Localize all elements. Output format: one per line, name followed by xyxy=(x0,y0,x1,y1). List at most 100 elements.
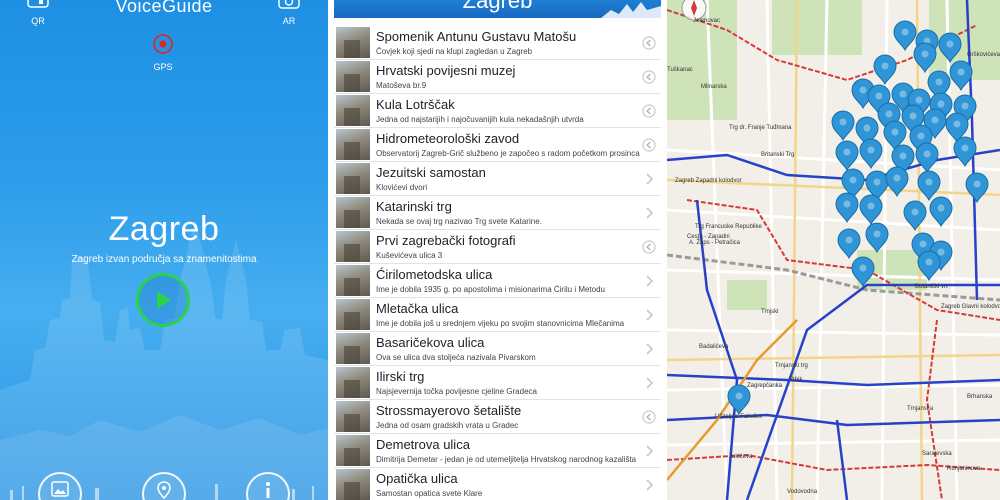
sight-action[interactable] xyxy=(641,307,657,323)
sight-action[interactable] xyxy=(641,375,657,391)
sight-thumbnail xyxy=(336,95,370,126)
map-marker-icon[interactable] xyxy=(893,20,917,52)
sight-subtitle: Dimitrija Demetar - jedan je od utemelji… xyxy=(376,455,637,464)
list-item[interactable]: Hidrometeorološki zavod Observatorij Zagr… xyxy=(334,128,661,162)
list-item[interactable]: Hrvatski povijesni muzej Matoševa br.9 xyxy=(334,60,661,94)
sight-title: Hidrometeorološki zavod xyxy=(376,131,520,146)
sight-action[interactable] xyxy=(641,273,657,289)
header-skyline-art xyxy=(601,2,661,18)
sight-thumbnail xyxy=(336,231,370,262)
list-item[interactable]: Prvi zagrebački fotografi Kuševićeva ulic… xyxy=(334,230,661,264)
sight-title: Kula Lotrščak xyxy=(376,97,455,112)
sight-action[interactable] xyxy=(641,171,657,187)
sight-subtitle: Jedna od najstarijih i najočuvanijih kul… xyxy=(376,115,584,124)
map-marker-icon[interactable] xyxy=(917,170,941,202)
map-pin-icon xyxy=(157,481,171,499)
map-street-label: Sarajevska xyxy=(922,451,952,457)
qr-icon xyxy=(27,0,49,8)
chevron-right-icon xyxy=(646,445,654,457)
sight-thumbnail xyxy=(336,435,370,466)
list-header: Zagreb xyxy=(334,0,661,18)
sight-action[interactable] xyxy=(641,409,657,425)
sight-subtitle: Nekada se ovaj trg nazivao Trg svete Kat… xyxy=(376,217,542,226)
map-screen[interactable]: Jelenovac Grškovićeva Tuškanac Mlinarska Trg… xyxy=(667,0,1000,500)
map-marker-icon[interactable] xyxy=(835,140,859,172)
list-item[interactable]: Mletačka ulica Ime je dobila još u srednj… xyxy=(334,298,661,332)
sight-title: Prvi zagrebački fotografi xyxy=(376,233,516,248)
list-item[interactable]: Kula Lotrščak Jedna od najstarijih i najo… xyxy=(334,94,661,128)
list-item[interactable]: Spomenik Antunu Gustavu Matošu Čovjek koj… xyxy=(334,26,661,60)
sight-thumbnail xyxy=(336,299,370,330)
sight-thumbnail xyxy=(336,163,370,194)
sight-subtitle: Jedna od osam gradskih vrata u Gradec xyxy=(376,421,519,430)
chevron-right-icon xyxy=(646,207,654,219)
map-marker-icon[interactable] xyxy=(929,196,953,228)
map-street-label: Trnjanska xyxy=(907,406,934,412)
audio-play-icon xyxy=(642,138,656,152)
sight-title: Hrvatski povijesni muzej xyxy=(376,63,516,78)
sight-subtitle: Observatorij Zagreb-Grič službeno je zap… xyxy=(376,149,641,158)
city-name: Zagreb xyxy=(108,210,220,248)
map-marker-icon[interactable] xyxy=(835,192,859,224)
list-item[interactable]: Ćirilometodska ulica Ime je dobila 1935 g… xyxy=(334,264,661,298)
list-item[interactable]: Katarinski trg Nekada se ovaj trg nazivao… xyxy=(334,196,661,230)
sight-action[interactable] xyxy=(641,69,657,85)
map-marker-icon[interactable] xyxy=(727,384,751,416)
map-marker-icon[interactable] xyxy=(873,54,897,86)
sight-subtitle: Ime je dobila još u srednjem vijeku po s… xyxy=(376,319,625,328)
audio-play-icon xyxy=(642,70,656,84)
sights-list-screen: Zagreb Spomenik Antunu Gustavu Matošu Čov… xyxy=(334,0,661,500)
list-item[interactable]: Jezuitski samostan Klovićevi dvori xyxy=(334,162,661,196)
map-street-label: Zagrepčanka xyxy=(747,383,783,389)
sight-action[interactable] xyxy=(641,341,657,357)
map-street-label: Vodovodna xyxy=(787,489,818,495)
info-icon xyxy=(266,482,270,498)
audio-play-icon xyxy=(642,104,656,118)
map-marker-icon[interactable] xyxy=(949,60,973,92)
compass-icon[interactable] xyxy=(681,0,707,21)
gallery-icon xyxy=(51,481,69,497)
sight-action[interactable] xyxy=(641,205,657,221)
list-item[interactable]: Basaričekova ulica Ova se ulica dva stolj… xyxy=(334,332,661,366)
map-marker-icon[interactable] xyxy=(831,110,855,142)
chevron-right-icon xyxy=(646,377,654,389)
list-item[interactable]: Strossmayerovo šetalište Jedna od osam gr… xyxy=(334,400,661,434)
list-item[interactable]: Ilirski trg Najsjevernija točka povijesne… xyxy=(334,366,661,400)
sight-subtitle: Ime je dobila 1935 g. po apostolima i mi… xyxy=(376,285,605,294)
sight-thumbnail xyxy=(336,265,370,296)
map-street-label: Cesta - Zapadni xyxy=(687,234,730,240)
sight-title: Strossmayerovo šetalište xyxy=(376,403,522,418)
chevron-right-icon xyxy=(646,173,654,185)
sight-subtitle: Matoševa br.9 xyxy=(376,81,427,90)
sight-action[interactable] xyxy=(641,477,657,493)
city-subtitle: Zagreb izvan područja sa znamenitostima xyxy=(71,254,257,265)
play-icon xyxy=(157,291,171,309)
map-marker-icon[interactable] xyxy=(859,194,883,226)
audio-play-icon xyxy=(642,240,656,254)
ar-button[interactable]: AR xyxy=(269,0,309,26)
sight-action[interactable] xyxy=(641,239,657,255)
sight-action[interactable] xyxy=(641,103,657,119)
map-marker-icon[interactable] xyxy=(965,172,989,204)
list-item[interactable]: Opatička ulica Samostan opatica svete Kla… xyxy=(334,468,661,500)
gps-label: GPS xyxy=(153,62,173,72)
map-street-label: Trnjanski trg xyxy=(775,363,808,369)
map-street-label: Zagreb Glavni kolodvor xyxy=(941,304,1000,310)
audio-play-icon xyxy=(642,410,656,424)
sight-subtitle: Klovićevi dvori xyxy=(376,183,428,192)
gps-button[interactable]: GPS xyxy=(143,33,183,72)
list-item[interactable]: Demetrova ulica Dimitrija Demetar - jedan… xyxy=(334,434,661,468)
sight-title: Ilirski trg xyxy=(376,369,425,384)
sight-action[interactable] xyxy=(641,35,657,51)
city-map[interactable]: Jelenovac Grškovićeva Tuškanac Mlinarska Trg… xyxy=(667,0,1000,500)
sight-subtitle: Kuševićeva ulica 3 xyxy=(376,251,443,260)
sight-thumbnail xyxy=(336,61,370,92)
chevron-right-icon xyxy=(646,343,654,355)
sight-thumbnail xyxy=(336,367,370,398)
qr-button[interactable]: QR xyxy=(18,0,58,26)
map-marker-icon[interactable] xyxy=(837,228,861,260)
sight-action[interactable] xyxy=(641,137,657,153)
sight-title: Basaričekova ulica xyxy=(376,335,485,350)
play-button[interactable] xyxy=(136,273,190,327)
sight-action[interactable] xyxy=(641,443,657,459)
